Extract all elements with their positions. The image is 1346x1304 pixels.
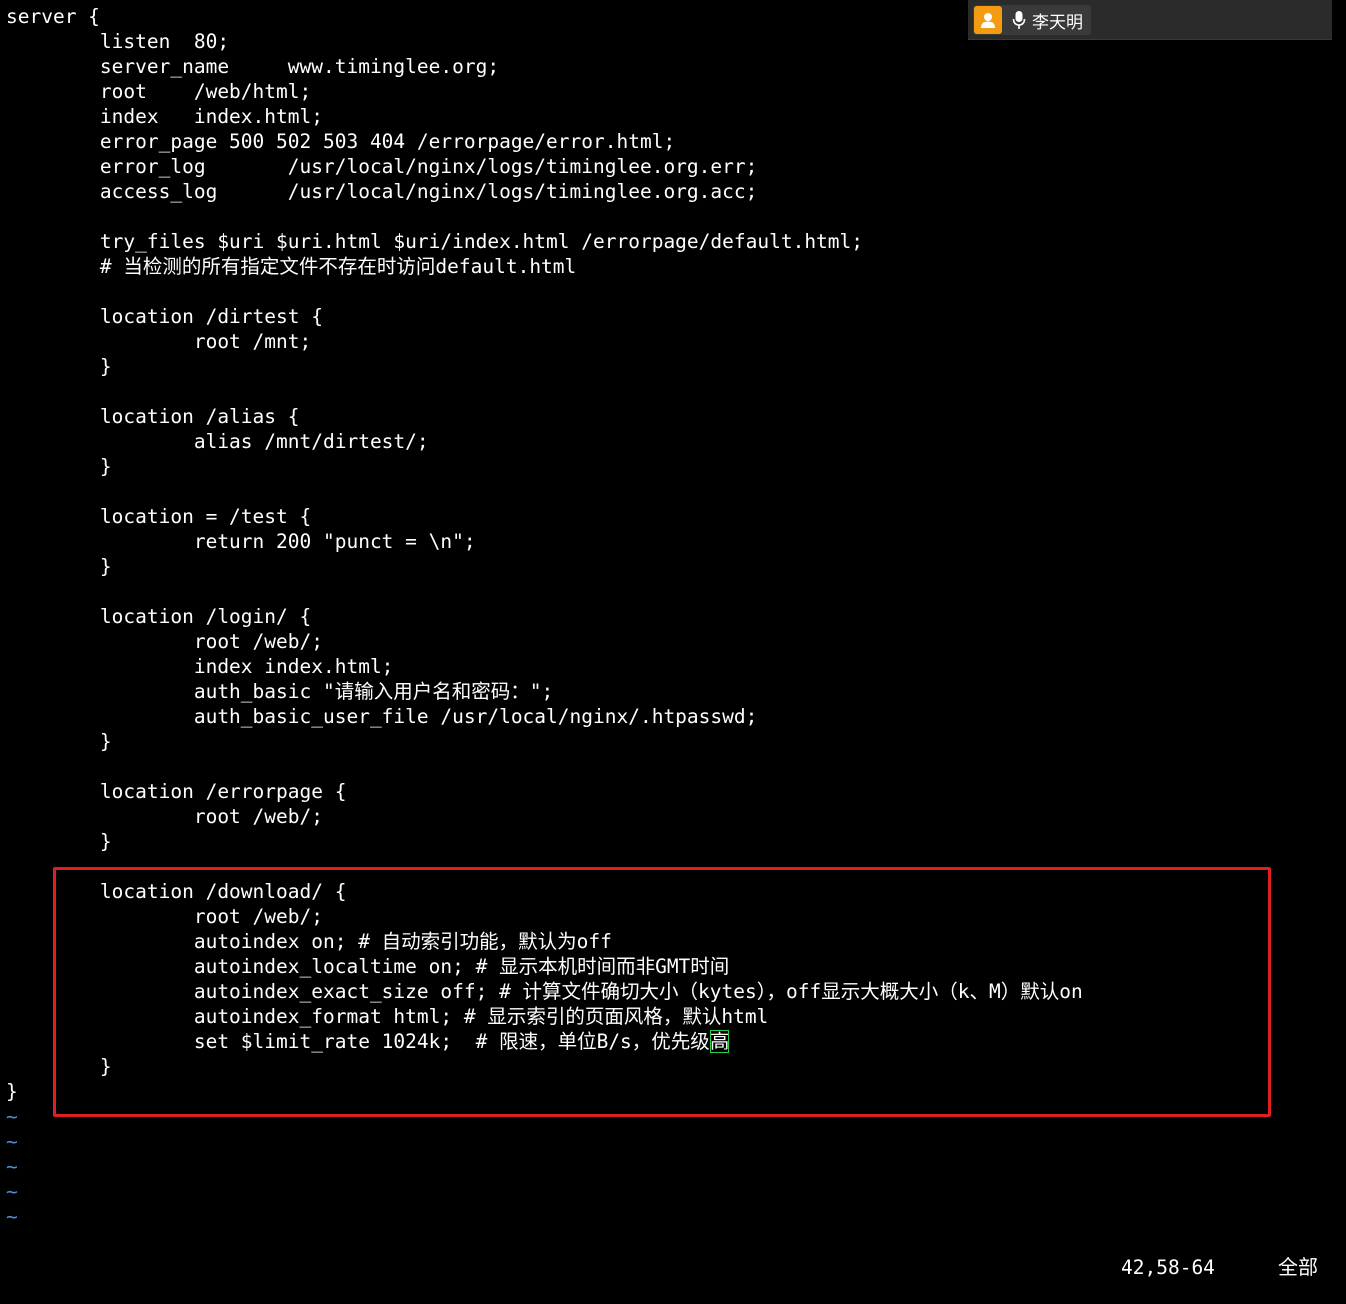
code-line: }: [6, 555, 112, 578]
speaker-chip[interactable]: 李天明: [973, 5, 1091, 35]
text-cursor: 高: [709, 1030, 730, 1053]
code-line: autoindex_format html; # 显示索引的页面风格，默认htm…: [6, 1005, 769, 1028]
code-line: error_log /usr/local/nginx/logs/timingle…: [6, 155, 758, 178]
code-line: index index.html;: [6, 105, 323, 128]
code-line: location = /test {: [6, 505, 312, 528]
empty-line-tilde: ~: [6, 1155, 18, 1178]
code-line: root /web/;: [6, 630, 323, 653]
code-line: location /dirtest {: [6, 305, 323, 328]
code-line: index index.html;: [6, 655, 394, 678]
code-line: }: [6, 355, 112, 378]
code-line: alias /mnt/dirtest/;: [6, 430, 429, 453]
code-line: error_page 500 502 503 404 /errorpage/er…: [6, 130, 676, 153]
speaker-name: 李天明: [1032, 12, 1083, 33]
code-line: }: [6, 730, 112, 753]
empty-line-tilde: ~: [6, 1105, 18, 1128]
code-line: autoindex_exact_size off; # 计算文件确切大小（kyt…: [6, 980, 1083, 1003]
code-line: # 当检测的所有指定文件不存在时访问default.html: [6, 255, 577, 278]
code-line: root /web/;: [6, 905, 323, 928]
code-line: autoindex on; # 自动索引功能，默认为off: [6, 930, 612, 953]
code-line: root /mnt;: [6, 330, 312, 353]
code-line: location /alias {: [6, 405, 300, 428]
vim-editor[interactable]: server { listen 80; server_name www.timi…: [6, 4, 1336, 1229]
code-line: }: [6, 1055, 112, 1078]
scroll-indicator: 全部: [1278, 1255, 1318, 1279]
cursor-line: set $limit_rate 1024k; # 限速，单位B/s，优先级高: [6, 1029, 1336, 1054]
code-line-text: set $limit_rate 1024k; # 限速，单位B/s，优先级: [6, 1030, 710, 1053]
code-line: try_files $uri $uri.html $uri/index.html…: [6, 230, 864, 253]
code-line: }: [6, 1080, 18, 1103]
code-line: location /login/ {: [6, 605, 312, 628]
speaker-widget: 李天明: [968, 0, 1332, 40]
code-line: access_log /usr/local/nginx/logs/timingl…: [6, 180, 758, 203]
code-line: autoindex_localtime on; # 显示本机时间而非GMT时间: [6, 955, 730, 978]
code-line: location /download/ {: [6, 880, 347, 903]
code-line: location /errorpage {: [6, 780, 347, 803]
code-line: auth_basic_user_file /usr/local/nginx/.h…: [6, 705, 758, 728]
code-line: root /web/;: [6, 805, 323, 828]
microphone-icon: [1010, 9, 1028, 31]
code-line: server_name www.timinglee.org;: [6, 55, 500, 78]
code-line: }: [6, 830, 112, 853]
code-line: }: [6, 455, 112, 478]
empty-line-tilde: ~: [6, 1130, 18, 1153]
user-avatar-icon: [974, 6, 1002, 34]
code-line: return 200 "punct = \n";: [6, 530, 476, 553]
code-line: root /web/html;: [6, 80, 312, 103]
code-line: auth_basic "请输入用户名和密码：";: [6, 680, 554, 703]
cursor-position: 42,58-64: [1121, 1256, 1215, 1279]
empty-line-tilde: ~: [6, 1180, 18, 1203]
empty-line-tilde: ~: [6, 1205, 18, 1228]
